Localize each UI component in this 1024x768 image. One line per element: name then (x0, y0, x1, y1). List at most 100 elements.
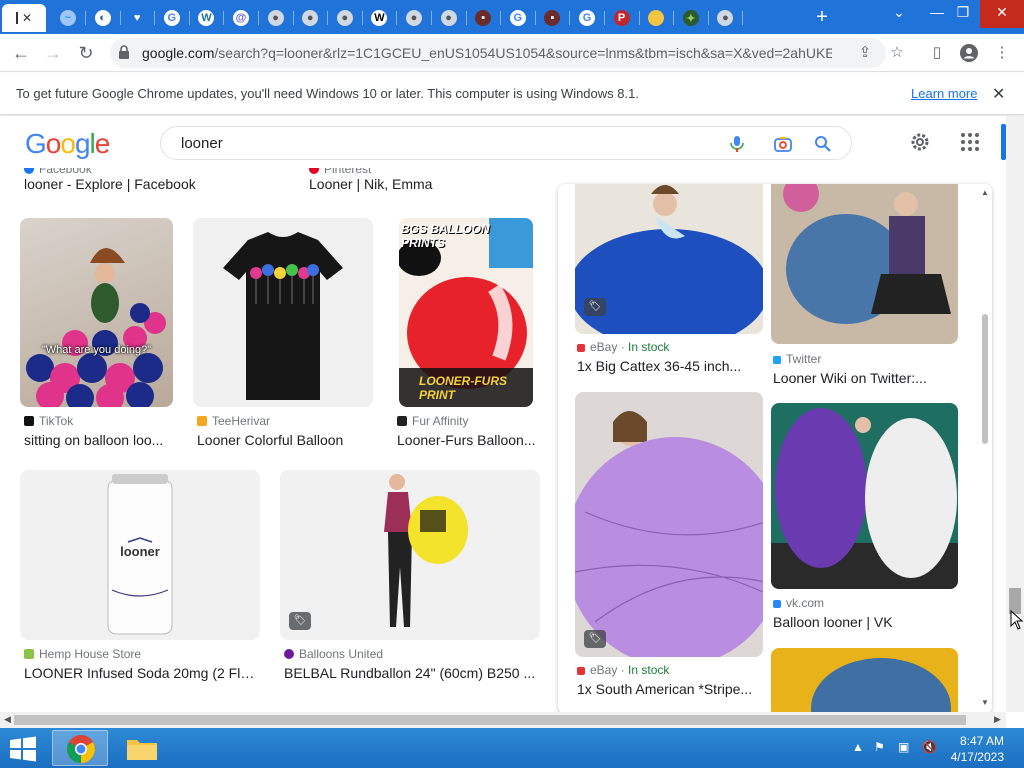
result-title[interactable]: Looner-Furs Balloon... (397, 432, 537, 448)
panel-image[interactable] (771, 648, 958, 712)
panel-card[interactable]: 🏷 eBay · In stock 1x Big Cattex 36-45 in… (575, 184, 763, 384)
lens-camera-icon[interactable] (773, 134, 793, 154)
network-icon[interactable]: ▣ (898, 740, 909, 754)
result-title[interactable]: looner - Explore | Facebook (24, 176, 264, 192)
url-text[interactable]: google.com/search?q=looner&rlz=1C1GCEU_e… (142, 45, 832, 61)
tab[interactable]: ♥ (119, 4, 156, 32)
tab[interactable]: ✦ (673, 4, 709, 32)
result-title[interactable]: Balloon looner | VK (773, 614, 953, 630)
tab[interactable]: ◐ (85, 4, 121, 32)
reload-button[interactable]: ↻ (75, 42, 97, 64)
panel-card[interactable] (771, 648, 959, 712)
result-image[interactable] (193, 218, 373, 407)
new-tab-button[interactable]: + (810, 5, 834, 29)
result-source: eBay (590, 340, 618, 354)
tab[interactable]: ● (396, 4, 432, 32)
tab[interactable]: ~ (50, 4, 86, 32)
result-card[interactable]: "What are you doing?" TikTok sitting on … (20, 218, 175, 453)
tab-close-button[interactable]: ✕ (22, 11, 32, 25)
search-query[interactable]: looner (181, 135, 223, 152)
panel-image[interactable]: 🏷 (575, 392, 763, 657)
result-image[interactable]: BGS BALLOON PRINTS LOONER-FURS PRINT (399, 218, 533, 407)
panel-image[interactable] (771, 403, 958, 589)
folder-icon (127, 740, 157, 760)
side-panel-icon[interactable]: ▯ (928, 44, 946, 62)
tab[interactable]: ▪ (534, 4, 571, 32)
apps-grid-icon[interactable] (959, 131, 981, 153)
tab[interactable]: W (188, 4, 225, 32)
page-horizontal-scrollbar[interactable]: ◀ ▶ (0, 712, 1006, 728)
result-image[interactable]: "What are you doing?" (20, 218, 173, 407)
tab[interactable]: ▬ (638, 4, 675, 32)
panel-image[interactable] (771, 184, 958, 344)
back-button[interactable]: ← (10, 42, 32, 64)
result-title[interactable]: sitting on balloon loo... (24, 432, 169, 448)
horizontal-scroll-thumb[interactable] (14, 715, 966, 725)
tray-overflow-icon[interactable]: ▲ (852, 740, 864, 754)
tab[interactable]: ● (431, 4, 467, 32)
tab[interactable]: ● (707, 4, 744, 32)
page-vertical-scrollbar[interactable] (1006, 116, 1024, 712)
scroll-right-arrow-icon[interactable]: ▶ (994, 714, 1001, 725)
tab[interactable]: ● (292, 4, 329, 32)
result-title[interactable]: 1x South American *Stripe... (577, 681, 757, 697)
tab[interactable]: G (569, 4, 605, 32)
result-title[interactable]: Looner Wiki on Twitter:... (773, 370, 953, 386)
result-card[interactable]: BGS BALLOON PRINTS LOONER-FURS PRINT Fur… (393, 218, 541, 453)
panel-card[interactable]: 🏷 eBay · In stock 1x South American *Str… (575, 392, 763, 712)
scroll-up-arrow-icon[interactable]: ▲ (981, 188, 989, 197)
scroll-down-arrow-icon[interactable]: ▼ (981, 698, 989, 707)
tab[interactable]: G (154, 4, 190, 32)
settings-gear-icon[interactable] (909, 131, 931, 153)
address-bar[interactable]: google.com/search?q=looner&rlz=1C1GCEU_e… (110, 38, 904, 68)
tab[interactable]: ● (327, 4, 363, 32)
windows-start-icon[interactable] (8, 736, 38, 762)
system-clock[interactable]: 8:47 AM 4/17/2023 (950, 733, 1004, 765)
scroll-left-arrow-icon[interactable]: ◀ (4, 714, 11, 725)
panel-image[interactable]: 🏷 (575, 184, 763, 334)
tab[interactable]: ● (258, 4, 294, 32)
profile-icon[interactable] (960, 44, 978, 62)
result-card[interactable]: Pinterest Looner | Nik, Emma (309, 168, 549, 202)
result-card[interactable]: 🏷 Balloons United BELBAL Rundballon 24" … (280, 470, 542, 690)
menu-kebab-icon[interactable]: ⋮ (993, 44, 1011, 62)
result-title[interactable]: LOONER Infused Soda 20mg (2 Fla... (24, 665, 259, 681)
search-icon[interactable] (813, 134, 833, 154)
share-icon[interactable]: ⇪ (856, 44, 874, 62)
result-title[interactable]: Looner Colorful Balloon (197, 432, 372, 448)
panel-scrollbar[interactable]: ▲ ▼ (978, 184, 992, 712)
panel-scroll-thumb[interactable] (982, 314, 988, 444)
tab-active[interactable]: ✕ (2, 4, 46, 32)
result-image[interactable]: looner (20, 470, 260, 640)
logo-letter: G (25, 128, 47, 159)
forward-button[interactable]: → (42, 42, 64, 64)
infobar-close-icon[interactable]: ✕ (992, 84, 1005, 104)
result-card[interactable]: TeeHerivar Looner Colorful Balloon (193, 218, 375, 453)
tab-search-icon[interactable]: ⌄ (882, 0, 916, 28)
learn-more-link[interactable]: Learn more (911, 86, 977, 101)
search-box[interactable]: looner (160, 126, 852, 160)
result-title[interactable]: BELBAL Rundballon 24" (60cm) B250 ... (284, 665, 539, 681)
result-image[interactable]: 🏷 (280, 470, 540, 640)
result-card[interactable]: looner Hemp House Store LOONER Infused S… (20, 470, 262, 690)
tab[interactable]: @ (223, 4, 259, 32)
result-card[interactable]: Facebook looner - Explore | Facebook (24, 168, 284, 202)
google-logo[interactable]: Google (25, 128, 110, 160)
microphone-icon[interactable] (727, 134, 747, 154)
tab[interactable]: P (604, 4, 640, 32)
bookmark-star-icon[interactable]: ☆ (888, 44, 906, 62)
result-title[interactable]: Looner | Nik, Emma (309, 176, 539, 192)
tab[interactable]: W (361, 4, 398, 32)
volume-muted-icon[interactable]: 🔇 (922, 740, 937, 754)
restore-button[interactable]: ❐ (946, 0, 980, 28)
close-window-button[interactable]: ✕ (980, 0, 1024, 28)
tab[interactable]: G (500, 4, 536, 32)
result-title[interactable]: 1x Big Cattex 36-45 inch... (577, 358, 757, 374)
panel-card[interactable]: Twitter Looner Wiki on Twitter:... (771, 184, 959, 394)
taskbar-chrome[interactable] (52, 730, 108, 766)
flag-icon[interactable]: ⚑ (874, 740, 885, 754)
tab[interactable]: ▪ (465, 4, 502, 32)
vpn-favicon-icon: ◐ (94, 10, 111, 26)
taskbar-file-explorer[interactable] (114, 730, 170, 766)
panel-card[interactable]: vk.com Balloon looner | VK (771, 403, 959, 633)
